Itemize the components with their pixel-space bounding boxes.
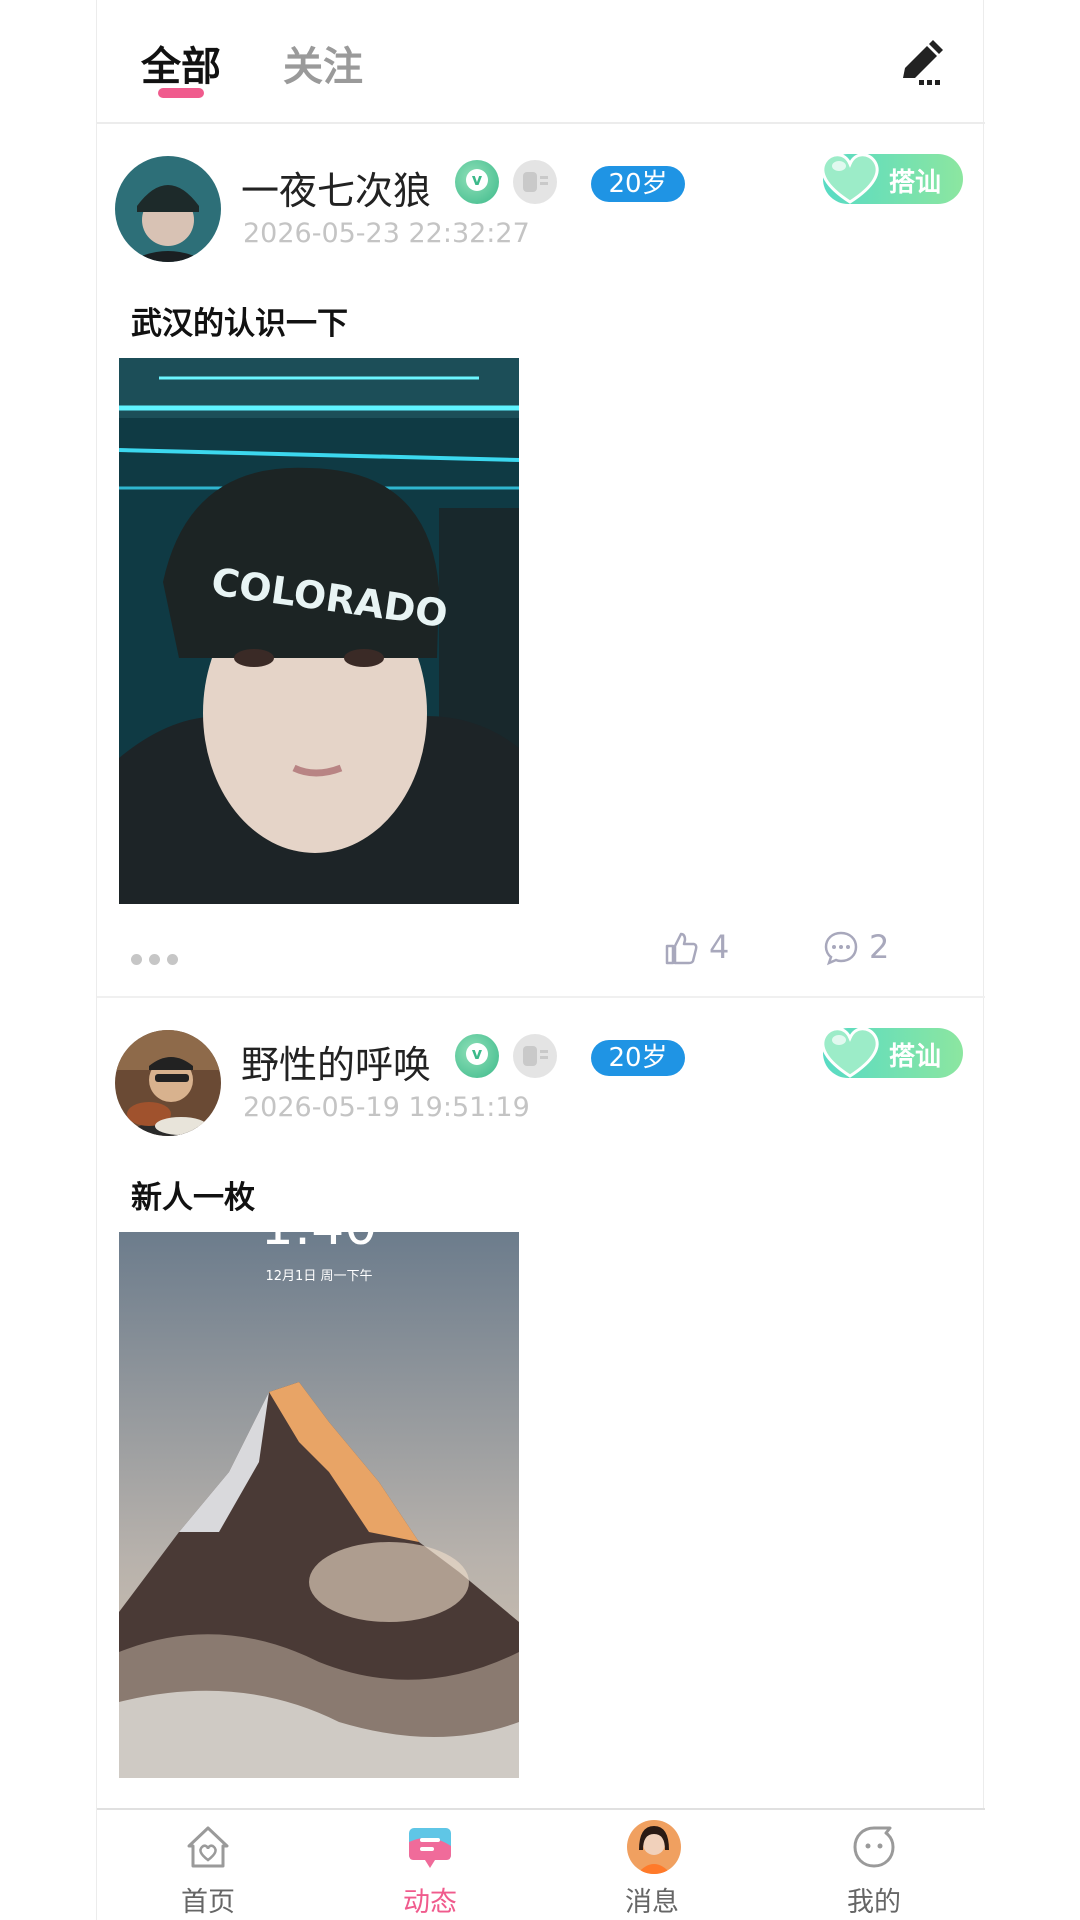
nav-item-home[interactable]: 首页 xyxy=(97,1810,319,1920)
avatar[interactable] xyxy=(115,156,221,262)
heart-icon xyxy=(821,153,879,204)
vip-badge-icon: v xyxy=(455,160,499,204)
feed-icon xyxy=(409,1828,451,1868)
header: 全部 关注 xyxy=(97,0,985,124)
id-verify-icon xyxy=(513,1034,557,1078)
bottom-nav: 首页 动态 消息 我的 xyxy=(97,1808,985,1920)
lockscreen-date: 12月1日 周一下午 xyxy=(266,1269,373,1284)
tab-follow[interactable]: 关注 xyxy=(283,34,363,92)
avatar[interactable] xyxy=(115,1030,221,1136)
nav-item-profile[interactable]: 我的 xyxy=(763,1810,985,1920)
avatar-icon xyxy=(627,1820,681,1874)
greet-button-label: 搭讪 xyxy=(889,168,942,198)
comment-bubble-icon xyxy=(824,931,858,966)
post-timestamp: 2026-05-23 22:32:27 xyxy=(243,218,530,249)
feed-post: 野性的呼唤 v 20岁 2026-05-19 19:51:19 搭讪 新人一枚 xyxy=(97,1000,985,1808)
heart-icon xyxy=(821,1027,879,1078)
app-container: 全部 关注 一夜七次狼 v 20岁 2026-05-23 22:32:27 搭讪… xyxy=(96,0,985,1920)
nav-item-messages[interactable]: 消息 xyxy=(541,1810,763,1920)
nav-label: 消息 xyxy=(625,1887,679,1918)
age-badge: 20岁 xyxy=(591,166,685,202)
feed-post: 一夜七次狼 v 20岁 2026-05-23 22:32:27 搭讪 武汉的认识… xyxy=(97,126,985,998)
edit-pencil-icon xyxy=(903,40,943,85)
post-text: 武汉的认识一下 xyxy=(131,306,348,342)
username[interactable]: 一夜七次狼 xyxy=(241,160,431,215)
greet-button[interactable]: 搭讪 xyxy=(821,1027,963,1078)
nav-label: 我的 xyxy=(847,1887,901,1918)
post-photo[interactable]: COLORADO xyxy=(119,358,519,904)
nav-label: 首页 xyxy=(181,1887,235,1918)
tab-all[interactable]: 全部 xyxy=(141,34,221,92)
like-count: 4 xyxy=(709,928,730,966)
face-icon xyxy=(853,1826,895,1868)
comment-count: 2 xyxy=(869,928,890,966)
post-photo[interactable]: 1:40 12月1日 周一下午 xyxy=(119,1232,519,1778)
tab-active-indicator xyxy=(158,88,204,98)
home-heart-icon xyxy=(187,1826,229,1868)
edit-post-button[interactable] xyxy=(893,36,949,92)
vip-badge-icon: v xyxy=(455,1034,499,1078)
age-badge: 20岁 xyxy=(591,1040,685,1076)
nav-item-feed[interactable]: 动态 xyxy=(319,1810,541,1920)
lockscreen-time: 1:40 xyxy=(261,1232,378,1257)
thumbs-up-icon xyxy=(665,932,698,965)
id-verify-icon xyxy=(513,160,557,204)
greet-button-label: 搭讪 xyxy=(889,1042,942,1072)
nav-label: 动态 xyxy=(403,1887,457,1918)
post-timestamp: 2026-05-19 19:51:19 xyxy=(243,1092,530,1123)
username[interactable]: 野性的呼唤 xyxy=(241,1034,431,1089)
greet-button[interactable]: 搭讪 xyxy=(821,153,963,204)
post-text: 新人一枚 xyxy=(131,1180,255,1216)
more-options-button[interactable] xyxy=(131,952,181,966)
